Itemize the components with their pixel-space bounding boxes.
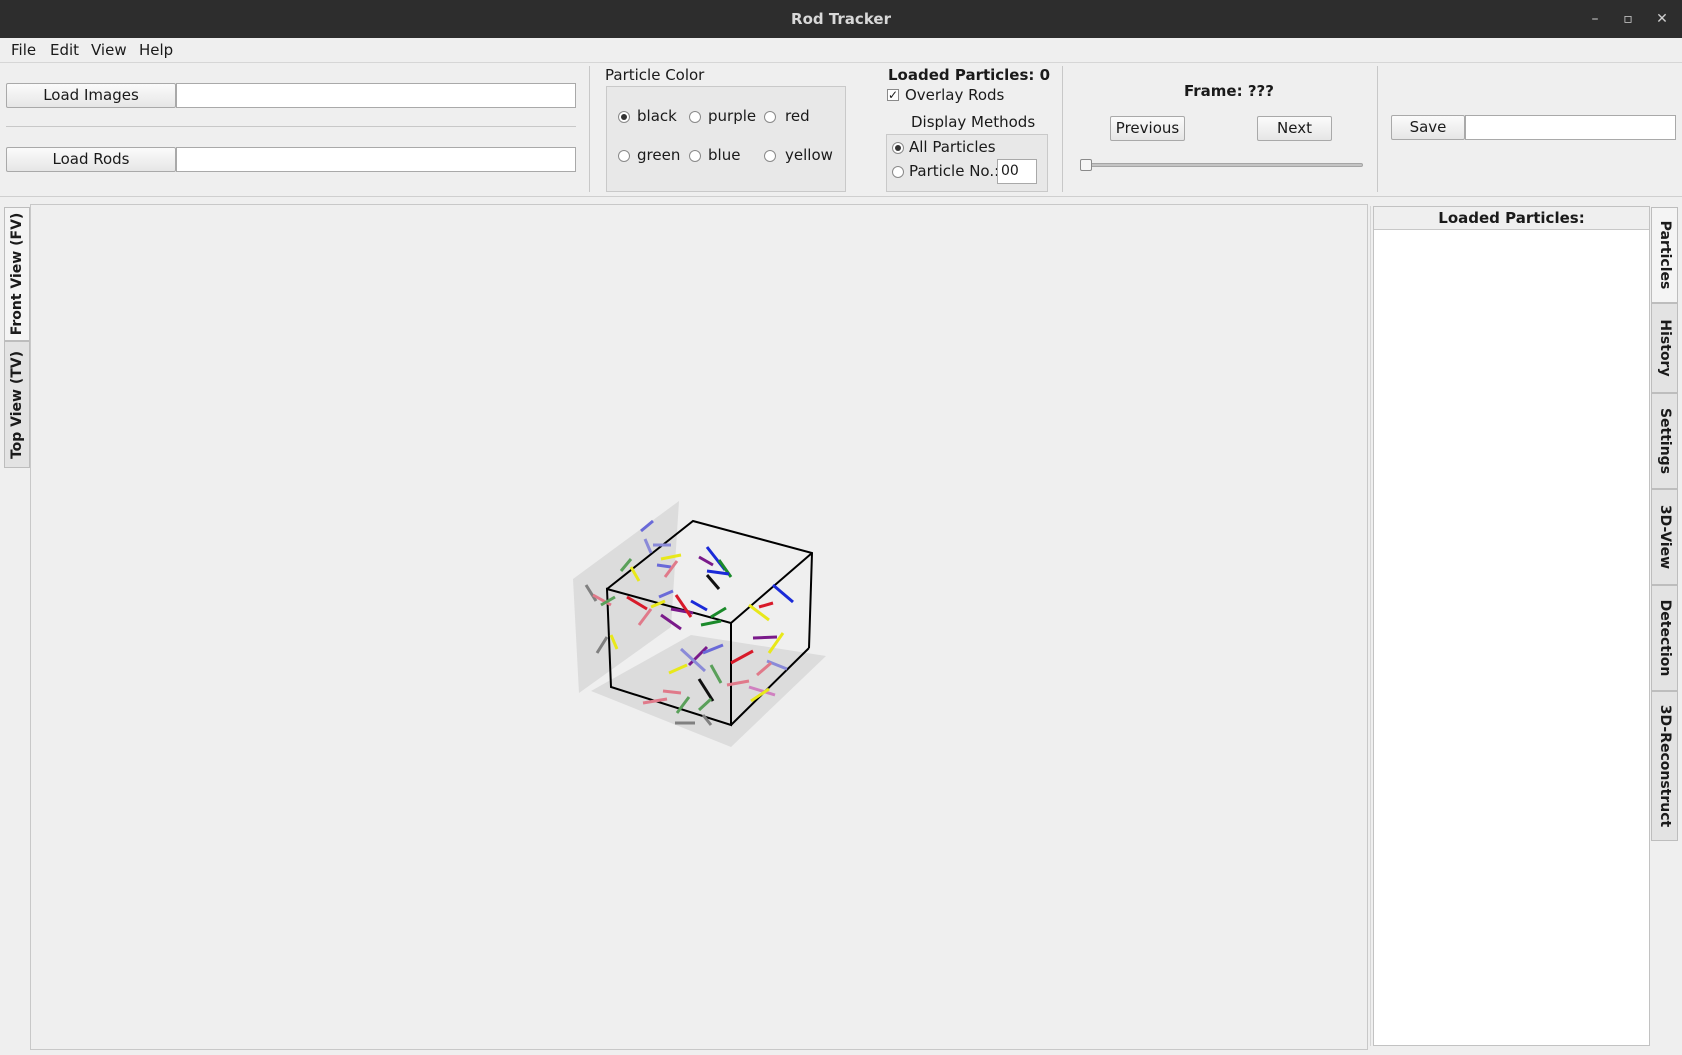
tab-detection[interactable]: Detection: [1651, 585, 1678, 691]
all-particles-radio[interactable]: [892, 142, 904, 154]
frame-slider[interactable]: [1080, 163, 1363, 167]
load-rods-path-field[interactable]: [176, 147, 576, 172]
particle-color-title: Particle Color: [605, 66, 705, 84]
load-divider: [6, 126, 576, 127]
loaded-particles-count: Loaded Particles: 0: [888, 66, 1051, 84]
rod: [705, 574, 721, 590]
rod: [698, 555, 714, 567]
color-label-purple: purple: [708, 107, 757, 125]
rod: [670, 607, 694, 615]
color-label-red: red: [785, 107, 810, 125]
menu-bar: File Edit View Help: [0, 38, 1682, 63]
title-bar: Rod Tracker – ▫ ✕: [0, 0, 1682, 38]
rod: [656, 563, 672, 569]
menu-view[interactable]: View: [91, 41, 127, 59]
color-label-yellow: yellow: [785, 146, 833, 164]
rod: [662, 689, 682, 695]
rod: [758, 601, 774, 609]
load-images-button[interactable]: Load Images: [6, 83, 176, 108]
frame-label: Frame: ???: [1184, 82, 1274, 100]
rods-3d-plot: [573, 501, 826, 747]
rod: [772, 583, 794, 604]
tab-3d-view-label: 3D-View: [1656, 504, 1673, 570]
tab-settings-label: Settings: [1656, 407, 1673, 475]
save-button[interactable]: Save: [1391, 115, 1465, 140]
menu-help[interactable]: Help: [139, 41, 173, 59]
rod: [752, 635, 778, 640]
tab-top-view[interactable]: Top View (TV): [4, 341, 30, 468]
next-button[interactable]: Next: [1257, 116, 1332, 141]
tab-front-view-label: Front View (FV): [9, 212, 25, 336]
particle-no-radio[interactable]: [892, 166, 904, 178]
tab-history[interactable]: History: [1651, 303, 1678, 393]
all-particles-label: All Particles: [909, 138, 996, 156]
tab-front-view[interactable]: Front View (FV): [4, 207, 30, 341]
display-methods-title: Display Methods: [911, 113, 1036, 131]
tab-particles-label: Particles: [1656, 220, 1673, 290]
rod: [674, 594, 693, 618]
tab-detection-label: Detection: [1656, 599, 1673, 677]
tab-3d-view[interactable]: 3D-View: [1651, 489, 1678, 585]
rod: [700, 619, 722, 627]
load-rods-button[interactable]: Load Rods: [6, 147, 176, 172]
window-title: Rod Tracker: [791, 10, 891, 28]
load-images-path-field[interactable]: [176, 83, 576, 108]
frame-slider-handle[interactable]: [1080, 159, 1092, 171]
separator: [589, 66, 590, 192]
color-radio-blue[interactable]: [689, 150, 701, 162]
tab-settings[interactable]: Settings: [1651, 393, 1678, 489]
color-radio-red[interactable]: [764, 111, 776, 123]
color-radio-green[interactable]: [618, 150, 630, 162]
splitter-handle[interactable]: [1370, 206, 1371, 1046]
image-viewer[interactable]: [30, 204, 1368, 1050]
tab-3d-reconstruct-label: 3D-Reconstruct: [1656, 704, 1673, 828]
particle-color-group: black purple red green blue yellow: [606, 86, 846, 192]
rod: [710, 606, 727, 619]
color-radio-black[interactable]: [618, 111, 630, 123]
color-radio-yellow[interactable]: [764, 150, 776, 162]
tab-particles[interactable]: Particles: [1651, 207, 1678, 303]
restore-icon[interactable]: ▫: [1618, 9, 1638, 29]
close-icon[interactable]: ✕: [1652, 9, 1672, 29]
display-methods-group: All Particles Particle No.: 00: [886, 134, 1048, 192]
overlay-rods-label: Overlay Rods: [905, 86, 1005, 104]
color-radio-purple[interactable]: [689, 111, 701, 123]
menu-edit[interactable]: Edit: [50, 41, 79, 59]
separator: [1062, 66, 1063, 192]
tab-history-label: History: [1656, 319, 1673, 377]
loaded-particles-panel: Loaded Particles:: [1373, 206, 1650, 1046]
color-label-black: black: [637, 107, 677, 125]
rod: [748, 603, 770, 622]
previous-button[interactable]: Previous: [1110, 116, 1185, 141]
loaded-particles-header: Loaded Particles:: [1374, 207, 1649, 230]
tab-3d-reconstruct[interactable]: 3D-Reconstruct: [1651, 691, 1678, 841]
menu-file[interactable]: File: [11, 41, 36, 59]
particle-no-label: Particle No.:: [909, 162, 1000, 180]
save-path-field[interactable]: [1465, 115, 1676, 140]
particle-no-input[interactable]: 00: [997, 159, 1037, 184]
color-label-blue: blue: [708, 146, 741, 164]
toolbar: Load Images Load Rods Particle Color bla…: [0, 62, 1682, 197]
minimize-icon[interactable]: –: [1585, 9, 1605, 29]
box-edge: [730, 552, 813, 624]
tab-top-view-label: Top View (TV): [9, 350, 25, 459]
rod: [690, 599, 708, 612]
color-label-green: green: [637, 146, 681, 164]
overlay-rods-checkbox[interactable]: ✓: [887, 89, 899, 101]
separator: [1377, 66, 1378, 192]
